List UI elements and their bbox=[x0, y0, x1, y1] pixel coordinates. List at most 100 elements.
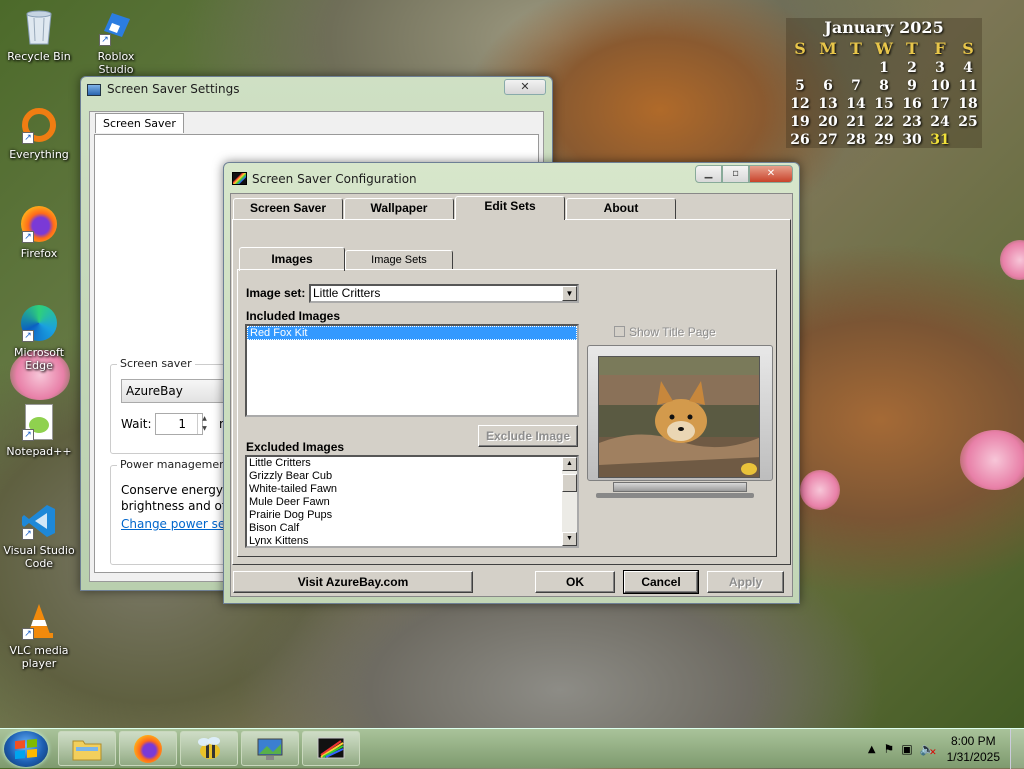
roblox-studio-icon: ↗ bbox=[97, 8, 135, 46]
taskbar-firefox[interactable] bbox=[119, 731, 177, 766]
monitor-foot bbox=[596, 493, 754, 498]
action-center-flag-icon[interactable]: ⚑ bbox=[884, 742, 895, 756]
window-controls: ▁ ▫ ✕ bbox=[695, 165, 793, 183]
close-button[interactable]: ✕ bbox=[749, 165, 793, 183]
tab-edit-sets[interactable]: Edit Sets bbox=[455, 196, 565, 220]
ok-button[interactable]: OK bbox=[535, 571, 615, 593]
calendar-empty-cell bbox=[814, 60, 842, 76]
desktop-icon-notepad-plus-plus[interactable]: ↗ Notepad++ bbox=[3, 403, 75, 458]
show-title-page-checkbox[interactable]: Show Title Page bbox=[614, 325, 716, 339]
tab-wallpaper[interactable]: Wallpaper bbox=[344, 198, 454, 219]
checkbox-box[interactable] bbox=[614, 326, 625, 337]
shortcut-arrow-icon: ↗ bbox=[22, 231, 34, 243]
network-icon[interactable]: ▣ bbox=[901, 742, 912, 756]
list-item[interactable]: Lynx Kittens bbox=[247, 535, 577, 546]
notepad-plus-plus-icon: ↗ bbox=[20, 403, 58, 441]
everything-icon: ↗ bbox=[20, 106, 58, 144]
start-button[interactable] bbox=[4, 731, 48, 767]
taskbar-screen-saver-config[interactable] bbox=[302, 731, 360, 766]
calendar-day: 5 bbox=[795, 78, 805, 94]
system-clock[interactable]: 8:00 PM 1/31/2025 bbox=[947, 733, 1000, 765]
taskbar-display-settings[interactable] bbox=[241, 731, 299, 766]
list-item[interactable]: Red Fox Kit bbox=[247, 326, 577, 340]
image-set-combo[interactable]: Little Critters ▼ bbox=[309, 284, 579, 303]
title-bar[interactable]: Screen Saver Settings ✕ bbox=[81, 77, 552, 105]
desktop-icon-label: VLC media player bbox=[9, 644, 69, 670]
shortcut-arrow-icon: ↗ bbox=[22, 330, 34, 342]
excluded-images-list[interactable]: Little Critters Grizzly Bear Cub White-t… bbox=[245, 455, 579, 548]
desktop-icon-microsoft-edge[interactable]: ↗ Microsoft Edge bbox=[3, 304, 75, 372]
taskbar-file-explorer[interactable] bbox=[58, 731, 116, 766]
display-settings-icon bbox=[87, 84, 101, 96]
preview-screen bbox=[598, 356, 760, 478]
subtab-image-sets[interactable]: Image Sets bbox=[345, 250, 453, 270]
list-item[interactable]: White-tailed Fawn bbox=[247, 483, 577, 496]
tab-screen-saver[interactable]: Screen Saver bbox=[95, 113, 184, 133]
apply-button[interactable]: Apply bbox=[707, 571, 784, 593]
bee-icon bbox=[198, 736, 220, 759]
calendar-day: 6 bbox=[823, 78, 833, 94]
dropdown-arrow-icon[interactable]: ▼ bbox=[562, 286, 577, 301]
calendar-empty-cell bbox=[786, 60, 814, 76]
scroll-down-icon[interactable]: ▼ bbox=[562, 532, 577, 546]
desktop-icon-recycle-bin[interactable]: Recycle Bin bbox=[3, 8, 75, 63]
shortcut-arrow-icon: ↗ bbox=[22, 132, 34, 144]
cancel-button[interactable]: Cancel bbox=[623, 570, 699, 594]
show-hidden-icons-icon[interactable]: ▲ bbox=[868, 744, 876, 755]
desktop-icon-roblox-studio[interactable]: ↗ Roblox Studio bbox=[80, 8, 152, 76]
calendar-day: 25 bbox=[958, 114, 978, 130]
close-button[interactable]: ✕ bbox=[504, 79, 546, 95]
title-bar[interactable]: Screen Saver Configuration ▁ ▫ ✕ bbox=[224, 163, 799, 192]
show-title-page-label: Show Title Page bbox=[629, 325, 716, 339]
exclude-image-button[interactable]: Exclude Image bbox=[478, 425, 578, 447]
calendar-day: 29 bbox=[874, 132, 894, 148]
spin-up-icon[interactable]: ▲ bbox=[198, 414, 211, 424]
list-item[interactable]: Prairie Dog Pups bbox=[247, 509, 577, 522]
scroll-thumb[interactable] bbox=[562, 474, 577, 492]
calendar-weekday: S bbox=[962, 39, 974, 58]
volume-muted-icon[interactable]: 🔈 ✕ bbox=[920, 742, 937, 758]
folder-icon bbox=[72, 740, 102, 760]
show-desktop-button[interactable] bbox=[1010, 729, 1024, 769]
list-item[interactable]: Grizzly Bear Cub bbox=[247, 470, 577, 483]
calendar-day: 9 bbox=[907, 78, 917, 94]
calendar-day: 7 bbox=[851, 78, 861, 94]
group-label: Screen saver bbox=[117, 357, 195, 370]
taskbar-bee-app[interactable] bbox=[180, 731, 238, 766]
calendar-empty-cell bbox=[842, 60, 870, 76]
desktop-icon-everything[interactable]: ↗ Everything bbox=[3, 106, 75, 161]
subtab-images[interactable]: Images bbox=[239, 247, 345, 271]
wait-spinner[interactable]: ▲ ▼ bbox=[197, 414, 211, 434]
desktop-icon-label: Firefox bbox=[20, 247, 58, 260]
calendar-day: 27 bbox=[818, 132, 838, 148]
wait-label: Wait: bbox=[121, 417, 152, 431]
vlc-cone-icon: ↗ bbox=[20, 602, 58, 640]
spin-down-icon[interactable]: ▼ bbox=[198, 424, 211, 434]
desktop-icon-vscode[interactable]: ↗ Visual Studio Code bbox=[3, 502, 75, 570]
wait-input[interactable]: 1 bbox=[155, 413, 203, 435]
window-title: Screen Saver Configuration bbox=[252, 172, 417, 186]
desktop-icon-firefox[interactable]: ↗ Firefox bbox=[3, 205, 75, 260]
desktop-icon-label: Microsoft Edge bbox=[13, 346, 65, 372]
visit-azurebay-button[interactable]: Visit AzureBay.com bbox=[233, 571, 473, 593]
shortcut-arrow-icon: ↗ bbox=[99, 34, 111, 46]
calendar-weekday: M bbox=[819, 39, 837, 58]
desktop-icon-label: Everything bbox=[9, 148, 69, 161]
maximize-button[interactable]: ▫ bbox=[722, 165, 749, 183]
tab-screen-saver[interactable]: Screen Saver bbox=[233, 198, 343, 219]
list-item[interactable]: Mule Deer Fawn bbox=[247, 496, 577, 509]
minimize-button[interactable]: ▁ bbox=[695, 165, 722, 183]
calendar-day: 24 bbox=[930, 114, 950, 130]
group-label: Power management bbox=[117, 458, 234, 471]
desktop-icon-vlc[interactable]: ↗ VLC media player bbox=[3, 602, 75, 670]
vertical-scrollbar[interactable]: ▲ ▼ bbox=[562, 457, 577, 546]
calendar-day: 16 bbox=[902, 96, 922, 112]
included-images-list[interactable]: Red Fox Kit bbox=[245, 324, 579, 417]
list-item[interactable]: Little Critters bbox=[247, 457, 577, 470]
calendar-weekday: S bbox=[794, 39, 806, 58]
list-item[interactable]: Bison Calf bbox=[247, 522, 577, 535]
tab-about[interactable]: About bbox=[566, 198, 676, 219]
scroll-up-icon[interactable]: ▲ bbox=[562, 457, 577, 471]
image-set-label: Image set: bbox=[246, 286, 306, 300]
calendar-day: 12 bbox=[790, 96, 810, 112]
